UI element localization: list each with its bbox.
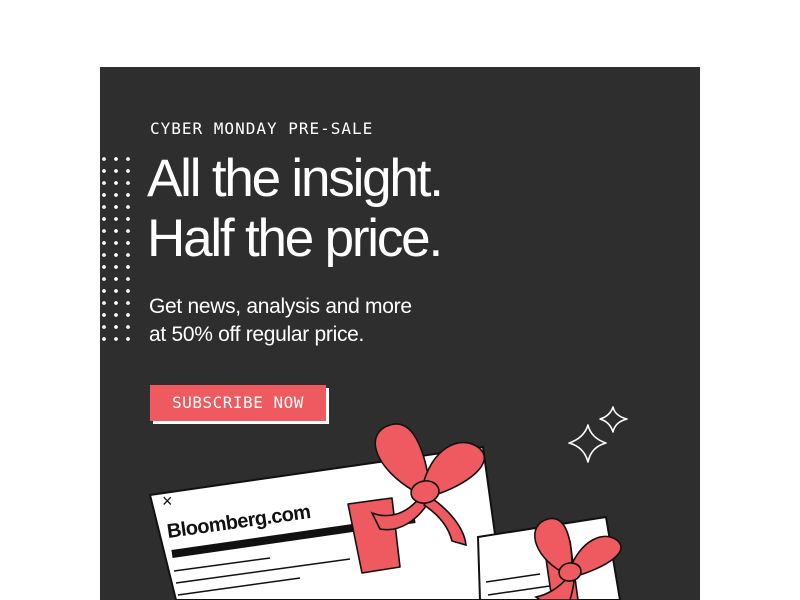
headline-line-2: Half the price. [147,209,443,268]
subheadline-line-2: at 50% off regular price. [149,323,365,346]
browser-window [148,445,506,600]
bloomberg-logo-text: Bloomberg.com [166,501,312,543]
subscribe-now-button[interactable]: SUBSCRIBE NOW [150,385,326,421]
eyebrow-label: CYBER MONDAY PRE-SALE [150,119,374,138]
sparkle-icon [568,406,628,463]
dot-pattern-decoration [100,153,136,349]
promo-banner[interactable]: CYBER MONDAY PRE-SALE All the insight. H… [100,67,700,600]
headline: All the insight. Half the price. [147,149,444,269]
second-browser-window [476,515,622,600]
headline-line-1: All the insight. [147,149,444,208]
subheadline: Get news, analysis and more at 50% off r… [149,293,412,349]
subheadline-line-1: Get news, analysis and more [149,295,412,318]
gift-ribbon-icon-2 [533,517,622,600]
browser-content-lines [171,515,416,596]
close-icon: × [162,491,173,511]
gift-ribbon-icon [347,423,486,574]
